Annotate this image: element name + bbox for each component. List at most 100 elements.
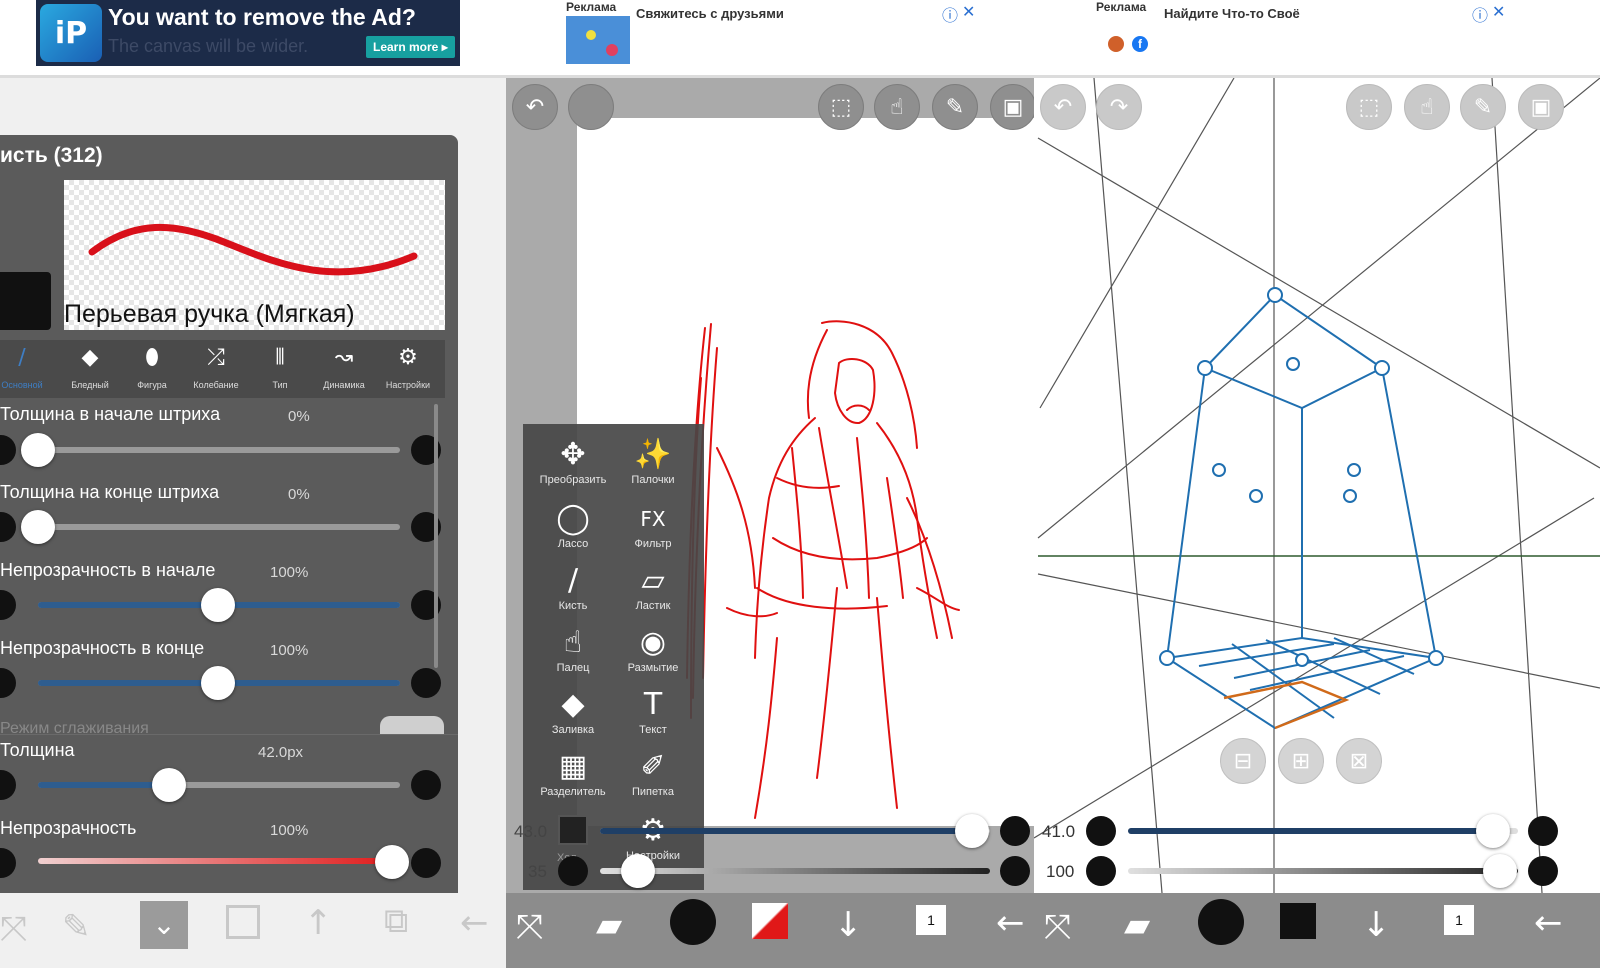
thickness-increment[interactable]	[411, 770, 441, 800]
arrow-up-icon[interactable]: ↑	[304, 903, 333, 943]
tool-eraser[interactable]: ▱ Ластик	[613, 562, 693, 612]
brush-size-slider-track[interactable]	[600, 828, 990, 834]
brush-opacity-increment[interactable]	[1000, 856, 1030, 886]
tab-shape[interactable]: ⬮ Фигура	[120, 340, 184, 398]
tool-settings[interactable]: ⚙Настройки	[613, 812, 693, 862]
color-swatch[interactable]	[1280, 903, 1316, 939]
brush-size-increment[interactable]	[1528, 816, 1558, 846]
tab-type[interactable]: ⫴ Тип	[248, 340, 312, 398]
back-arrow-icon[interactable]: ←	[996, 903, 1025, 943]
material-button[interactable]: ▣	[990, 84, 1036, 130]
ad-banner-center[interactable]: Реклама Свяжитесь с друзьями ⓘ ✕	[566, 0, 980, 66]
tab-dynamics[interactable]: ↝ Динамика	[312, 340, 376, 398]
opacity-increment[interactable]	[411, 848, 441, 878]
thickness-slider-knob[interactable]	[152, 768, 186, 802]
layers-icon[interactable]: ⧉	[384, 901, 408, 941]
brush-size-slider-track[interactable]	[1128, 828, 1518, 834]
hand-icon: ☝	[890, 95, 904, 120]
brush-opacity-slider-track[interactable]	[1128, 868, 1518, 874]
tab-pale[interactable]: ◆ Бледный	[58, 340, 122, 398]
undo-button[interactable]: ↶	[1040, 84, 1086, 130]
settings-scrollbar[interactable]	[434, 404, 438, 668]
opacity-slider-track[interactable]	[38, 858, 400, 864]
collapse-button[interactable]: ⌄	[140, 901, 188, 949]
ad-banner-remove-ads[interactable]: iP You want to remove the Ad? The canvas…	[36, 0, 460, 66]
arrow-down-icon[interactable]: ↓	[1362, 905, 1391, 945]
slider-track[interactable]	[38, 447, 400, 453]
brush-size-indicator[interactable]	[1198, 899, 1244, 945]
redo-button[interactable]	[568, 84, 614, 130]
transform-icon[interactable]: ⤧	[1044, 907, 1071, 947]
hand-button[interactable]: ☝	[1404, 84, 1450, 130]
brush-size-indicator[interactable]	[670, 899, 716, 945]
tool-magic-wand[interactable]: ✨ Палочки	[613, 436, 693, 486]
tool-smudge[interactable]: ☝ Палец	[533, 624, 613, 674]
transform-icon[interactable]: ⤧	[0, 909, 27, 949]
brush-tool-icon[interactable]: ✎	[62, 907, 91, 947]
color-swatch[interactable]	[226, 905, 260, 939]
tool-divider[interactable]: ▦ Разделитель	[533, 748, 613, 798]
brush-size-button[interactable]	[558, 815, 588, 845]
material-button[interactable]: ▣	[1518, 84, 1564, 130]
ad-text: Найдите Что-то Своё	[1164, 6, 1300, 21]
brush-opacity-decrement[interactable]	[558, 856, 588, 886]
slider-knob[interactable]	[201, 666, 235, 700]
tab-jitter[interactable]: ⤮ Колебание	[184, 340, 248, 398]
brush-size-increment[interactable]	[1000, 816, 1030, 846]
brush-size-slider-knob[interactable]	[1475, 814, 1510, 848]
slider-knob[interactable]	[21, 510, 55, 544]
undo-button[interactable]: ↶	[512, 84, 558, 130]
opacity-slider-knob[interactable]	[375, 845, 409, 879]
text-icon: T	[643, 687, 663, 722]
eraser-icon[interactable]: ▰	[596, 905, 622, 945]
tool-text[interactable]: T Текст	[613, 686, 693, 736]
redo-button[interactable]: ↷	[1096, 84, 1142, 130]
transform-icon[interactable]: ⤧	[516, 907, 543, 947]
tool-eyedropper[interactable]: ✐ Пипетка	[613, 748, 693, 798]
ad-close-icon[interactable]: ✕	[1492, 2, 1505, 22]
brush-opacity-slider-track[interactable]	[600, 868, 990, 874]
selection-button[interactable]: ⬚	[818, 84, 864, 130]
ad-info-icon[interactable]: ⓘ	[1472, 2, 1488, 26]
ruler-mode-button-2[interactable]: ⊞	[1278, 738, 1324, 784]
learn-more-button[interactable]: Learn more ▸	[366, 36, 455, 58]
brush-size-decrement[interactable]	[1086, 816, 1116, 846]
tool-lasso[interactable]: ◯ Лассо	[533, 500, 613, 550]
brush-thumbnail[interactable]	[0, 272, 51, 330]
ad-info-icon[interactable]: ⓘ	[942, 2, 958, 26]
ad-banner-right[interactable]: Реклама Найдите Что-то Своё f ⓘ ✕	[1096, 0, 1510, 66]
brush-name: Перьевая ручка (Мягкая)	[64, 300, 355, 328]
thickness-slider-track[interactable]	[38, 782, 400, 788]
slider-increment[interactable]	[411, 668, 441, 698]
slider-knob[interactable]	[21, 433, 55, 467]
smoothing-toggle[interactable]	[380, 716, 444, 736]
hand-button[interactable]: ☝	[874, 84, 920, 130]
eraser-icon[interactable]: ▰	[1124, 905, 1150, 945]
tool-brush[interactable]: ∕ Кисть	[533, 562, 613, 612]
tab-basic[interactable]: ∕ Основной	[0, 340, 54, 398]
slider-track[interactable]	[38, 524, 400, 530]
slider-knob[interactable]	[201, 588, 235, 622]
tool-blur[interactable]: ◉ Размытие	[613, 624, 693, 674]
color-swatch[interactable]	[752, 903, 788, 939]
tool-fill[interactable]: ◆ Заливка	[533, 686, 613, 736]
ruler-mode-button-1[interactable]: ⊟	[1220, 738, 1266, 784]
ad-close-icon[interactable]: ✕	[962, 2, 975, 22]
layers-button[interactable]: 1	[916, 905, 946, 935]
tool-filter[interactable]: FX Фильтр	[613, 500, 693, 550]
ruler-mode-button-3[interactable]: ⊠	[1336, 738, 1382, 784]
brush-opacity-decrement[interactable]	[1086, 856, 1116, 886]
shuffle-icon: ⤮	[207, 345, 225, 370]
layer-count: 1	[927, 912, 935, 928]
selection-button[interactable]: ⬚	[1346, 84, 1392, 130]
tab-settings[interactable]: ⚙ Настройки	[376, 340, 440, 398]
arrow-down-icon[interactable]: ↓	[834, 905, 863, 945]
brush-opacity-increment[interactable]	[1528, 856, 1558, 886]
back-arrow-icon[interactable]: ←	[1534, 903, 1563, 943]
ruler-button[interactable]: ✎	[1460, 84, 1506, 130]
brush-opacity-slider-knob[interactable]	[621, 854, 655, 888]
back-arrow-icon[interactable]: ←	[460, 903, 489, 943]
layers-button[interactable]: 1	[1444, 905, 1474, 935]
ruler-button[interactable]: ✎	[932, 84, 978, 130]
tool-transform[interactable]: ✥ Преобразить	[533, 436, 613, 486]
